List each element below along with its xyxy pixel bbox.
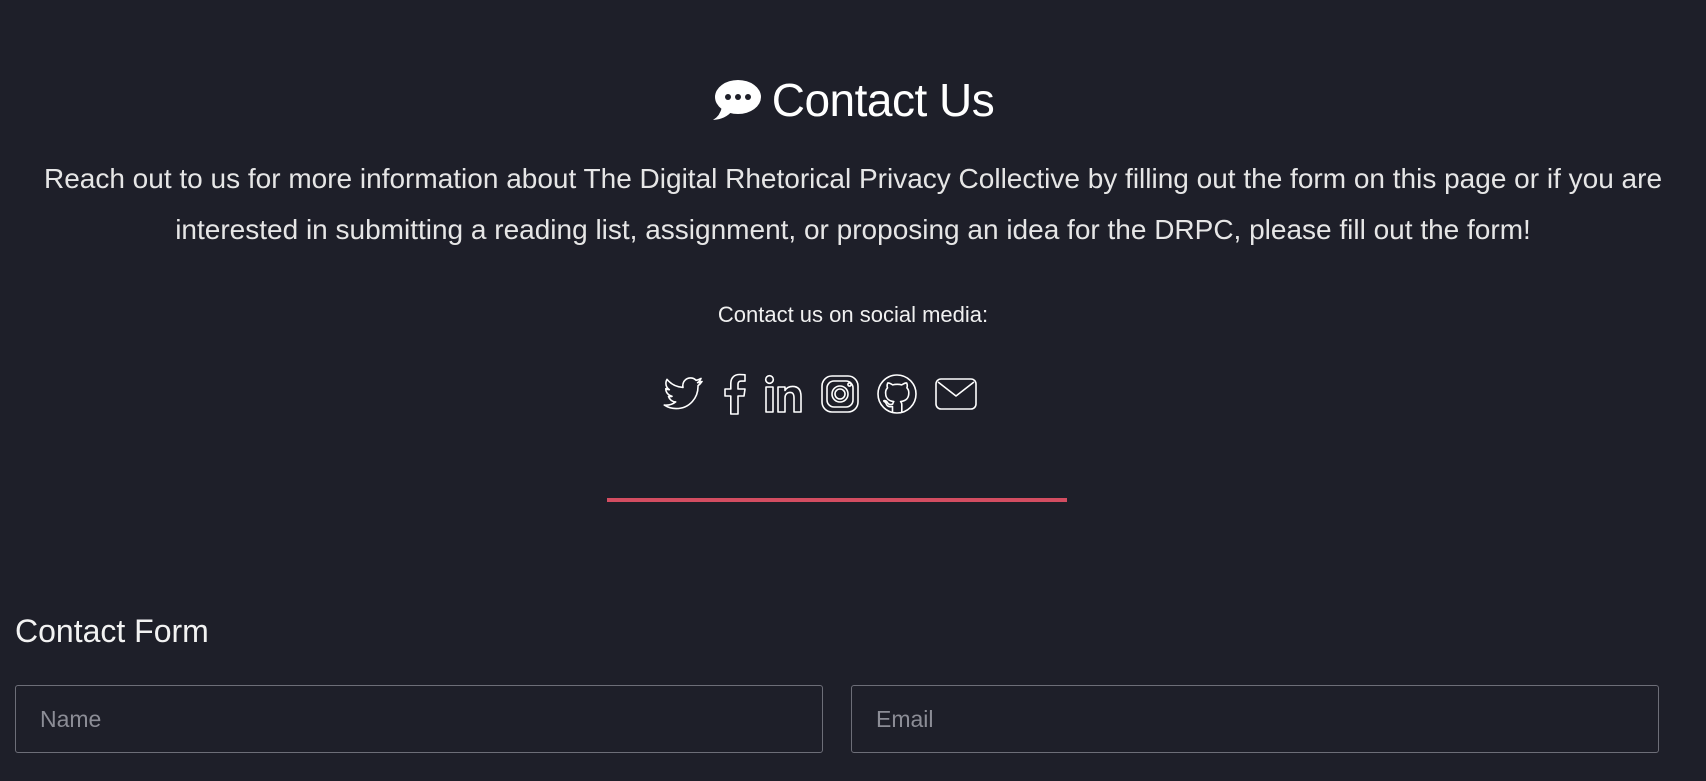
email-link[interactable]	[934, 376, 978, 412]
instagram-link[interactable]	[820, 374, 860, 414]
github-link[interactable]	[876, 373, 918, 415]
contact-page: Contact Us Reach out to us for more info…	[0, 0, 1706, 781]
section-divider	[607, 498, 1067, 502]
name-input[interactable]	[15, 685, 823, 753]
twitter-icon	[663, 377, 703, 410]
speech-bubble-icon	[712, 78, 762, 122]
facebook-link[interactable]	[720, 373, 748, 415]
twitter-link[interactable]	[662, 374, 704, 414]
contact-form-title: Contact Form	[15, 613, 209, 649]
intro-text: Reach out to us for more information abo…	[20, 153, 1686, 255]
page-heading: Contact Us	[0, 70, 1706, 130]
github-icon	[877, 374, 917, 414]
social-media-label: Contact us on social media:	[717, 302, 989, 327]
instagram-icon	[821, 375, 859, 413]
linkedin-icon	[764, 374, 802, 413]
page-title: Contact Us	[771, 74, 995, 126]
social-links	[662, 372, 978, 416]
email-input[interactable]	[851, 685, 1659, 753]
email-icon	[935, 378, 977, 410]
intro-line-1: Reach out to us for more information abo…	[43, 163, 1663, 194]
linkedin-link[interactable]	[764, 374, 804, 414]
intro-line-2: interested in submitting a reading list,…	[175, 214, 1531, 245]
facebook-icon	[724, 373, 746, 415]
